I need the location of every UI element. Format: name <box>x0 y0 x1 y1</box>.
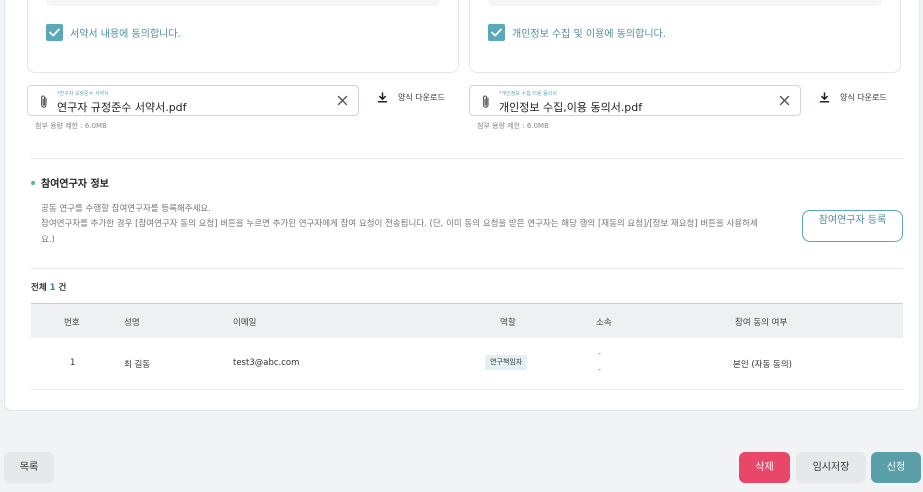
register-participant-button[interactable]: 참여연구자 등록 <box>802 210 903 242</box>
pledge-consent-row[interactable]: 서약서 내용에 동의합니다. <box>46 24 181 41</box>
consent-box-top-strip <box>46 0 440 6</box>
privacy-consent-box: 개인정보 수집 및 이용에 동의합니다. <box>469 0 901 73</box>
privacy-consent-row[interactable]: 개인정보 수집 및 이용에 동의합니다. <box>488 24 666 41</box>
table-row[interactable]: 1 최 길동 test3@abc.com 연구책임자 - - 본인 (자동 동의… <box>31 338 903 390</box>
section-divider <box>31 158 903 159</box>
row-name: 최 길동 <box>124 360 151 370</box>
total-count: 1 <box>49 283 56 293</box>
participants-title-text: 참여연구자 정보 <box>41 179 109 190</box>
column-header-role: 역할 <box>500 318 516 328</box>
row-number: 1 <box>70 358 76 368</box>
total-suffix: 건 <box>58 283 67 293</box>
pledge-file-field[interactable]: *연구자 규정준수 서약서 연구자 규정준수 서약서.pdf <box>27 85 359 116</box>
temp-save-button[interactable]: 임시저장 <box>796 452 866 483</box>
pledge-consent-checkbox[interactable] <box>46 24 63 41</box>
privacy-consent-label: 개인정보 수집 및 이용에 동의합니다. <box>512 29 666 40</box>
application-form-card: 서약서 내용에 동의합니다. 개인정보 수집 및 이용에 동의합니다. *연구자… <box>4 0 920 411</box>
column-header-number: 번호 <box>64 318 80 328</box>
delete-button[interactable]: 삭제 <box>739 452 790 483</box>
close-icon[interactable] <box>778 94 791 107</box>
pledge-form-download-button[interactable]: 양식 다운로드 <box>377 92 445 103</box>
pledge-consent-label: 서약서 내용에 동의합니다. <box>70 29 181 40</box>
pledge-consent-box: 서약서 내용에 동의합니다. <box>27 0 459 73</box>
privacy-form-download-label: 양식 다운로드 <box>840 93 887 102</box>
role-badge: 연구책임자 <box>485 355 528 370</box>
column-header-affiliation: 소속 <box>596 318 612 328</box>
row-affiliation-line2: - <box>598 365 601 374</box>
privacy-form-download-button[interactable]: 양식 다운로드 <box>819 92 887 103</box>
close-icon[interactable] <box>336 94 349 107</box>
pledge-file-size-limit: 첨부 용량 제한 : 6.0MB <box>35 122 107 130</box>
check-icon <box>49 28 60 37</box>
privacy-consent-checkbox[interactable] <box>488 24 505 41</box>
column-header-consent-status: 참여 동의 여부 <box>735 318 788 328</box>
section-divider <box>31 268 903 269</box>
privacy-file-field-label: *개인정보 수집·이용 동의서 <box>499 91 557 97</box>
consent-box-top-strip <box>488 0 882 6</box>
participants-section-title: 참여연구자 정보 <box>31 175 109 190</box>
download-icon <box>377 92 388 103</box>
bullet-dot-icon <box>31 180 35 185</box>
participants-desc-line1: 공동 연구를 수행할 참여연구자를 등록해주세요. <box>41 204 211 214</box>
download-icon <box>819 92 830 103</box>
column-header-name: 성명 <box>124 318 140 328</box>
privacy-file-size-limit: 첨부 용량 제한 : 6.0MB <box>477 122 549 130</box>
row-email: test3@abc.com <box>233 358 300 368</box>
paperclip-icon <box>483 95 489 108</box>
check-icon <box>491 28 502 37</box>
column-header-email: 이메일 <box>233 318 257 328</box>
participants-desc-line2: 참여연구자를 추가한 경우 [참여연구자 동의 요청] 버튼을 누르면 추가된 … <box>41 219 758 229</box>
privacy-file-field[interactable]: *개인정보 수집·이용 동의서 개인정보 수집,이용 동의서.pdf <box>469 85 801 116</box>
pledge-file-name: 연구자 규정준수 서약서.pdf <box>57 101 187 114</box>
participants-total: 전체 1 건 <box>31 281 66 293</box>
paperclip-icon <box>41 95 47 108</box>
list-button[interactable]: 목록 <box>4 452 54 483</box>
apply-button[interactable]: 신청 <box>871 452 921 483</box>
participants-table-header: 번호 성명 이메일 역할 소속 참여 동의 여부 <box>31 303 903 338</box>
pledge-file-field-label: *연구자 규정준수 서약서 <box>57 91 109 97</box>
row-consent-status: 본인 (자동 동의) <box>733 360 792 370</box>
participants-desc-line3: 요.) <box>41 235 55 245</box>
privacy-file-name: 개인정보 수집,이용 동의서.pdf <box>499 101 643 114</box>
row-affiliation-line1: - <box>598 349 601 358</box>
total-prefix: 전체 <box>31 283 47 293</box>
pledge-form-download-label: 양식 다운로드 <box>398 93 445 102</box>
